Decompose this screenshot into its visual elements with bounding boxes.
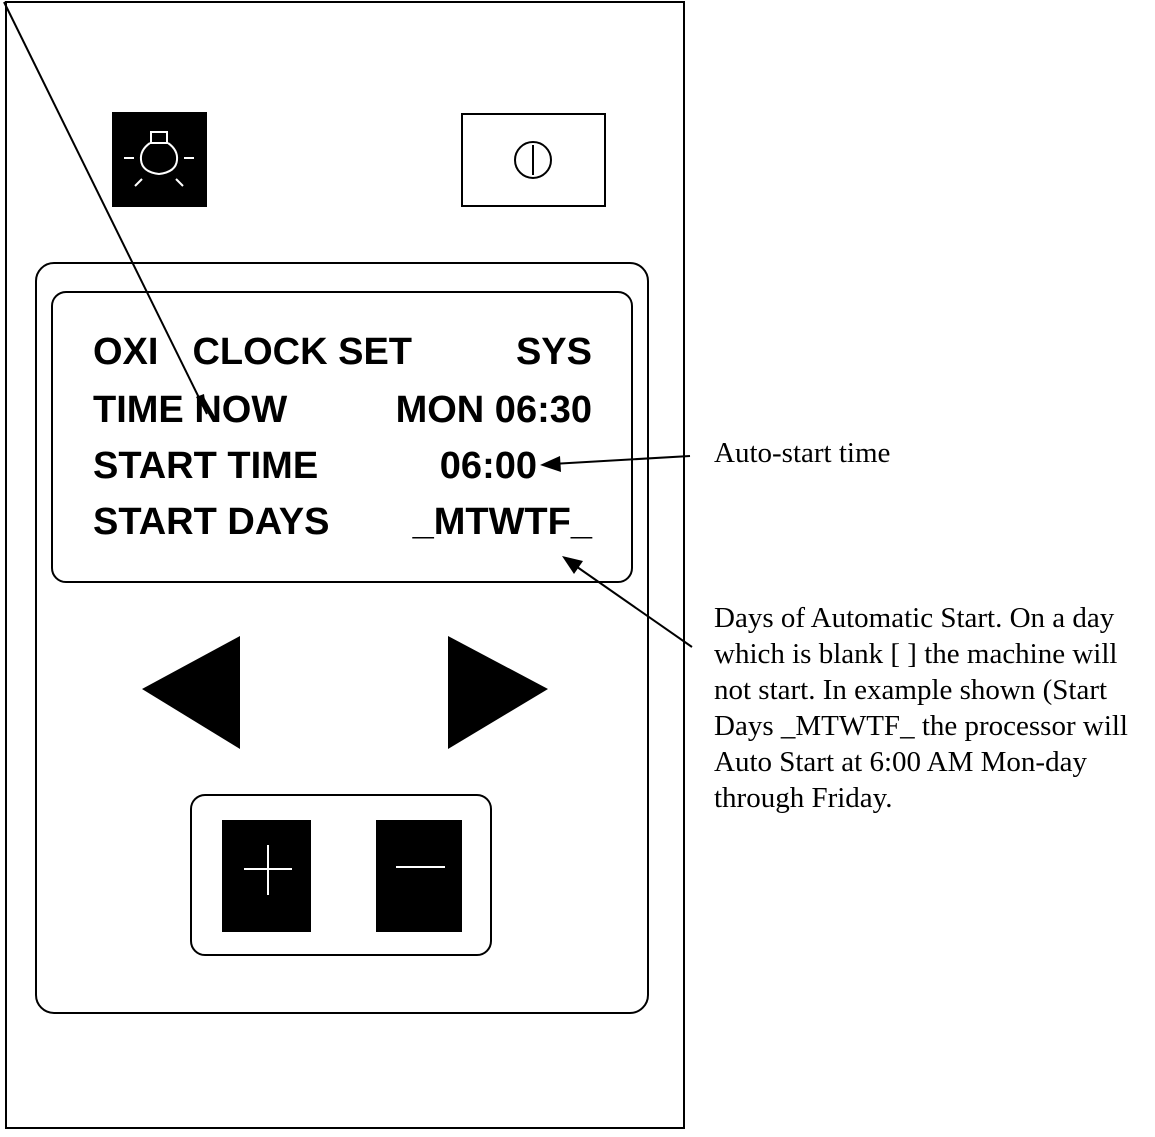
minus-button[interactable] — [376, 820, 462, 932]
plus-button[interactable] — [222, 820, 311, 932]
lcd-line1-middle: CLOCK SET — [192, 331, 412, 373]
power-button[interactable] — [461, 113, 606, 207]
leader-line-auto-start — [540, 455, 691, 472]
lcd-line4-right: _MTWTF_ — [412, 501, 593, 543]
lcd-line1-left: OXI — [93, 331, 158, 373]
keypad-panel — [35, 262, 649, 1014]
lcd-line2-left: TIME NOW — [93, 389, 287, 431]
lcd-line3-right: 06:00 — [440, 445, 537, 487]
lcd-line3-left: START TIME — [93, 445, 318, 487]
start-days-description: Days of Automatic Start. On a day which … — [714, 602, 1128, 814]
lcd-line1-right: SYS — [516, 331, 592, 373]
left-arrow-button[interactable] — [142, 636, 240, 749]
light-button[interactable] — [112, 112, 207, 207]
lcd-line2-right: MON 06:30 — [396, 389, 592, 431]
lcd-line4-left: START DAYS — [93, 501, 329, 543]
auto-start-time-label: Auto-start time — [714, 437, 891, 469]
control-panel-diagram: OXI CLOCK SET SYS TIME NOW MON 06:30 STA… — [0, 0, 1155, 1132]
right-arrow-button[interactable] — [448, 636, 548, 749]
leader-line-start-days — [562, 556, 693, 648]
diagram-canvas: OXI CLOCK SET SYS TIME NOW MON 06:30 STA… — [3, 1, 693, 1129]
